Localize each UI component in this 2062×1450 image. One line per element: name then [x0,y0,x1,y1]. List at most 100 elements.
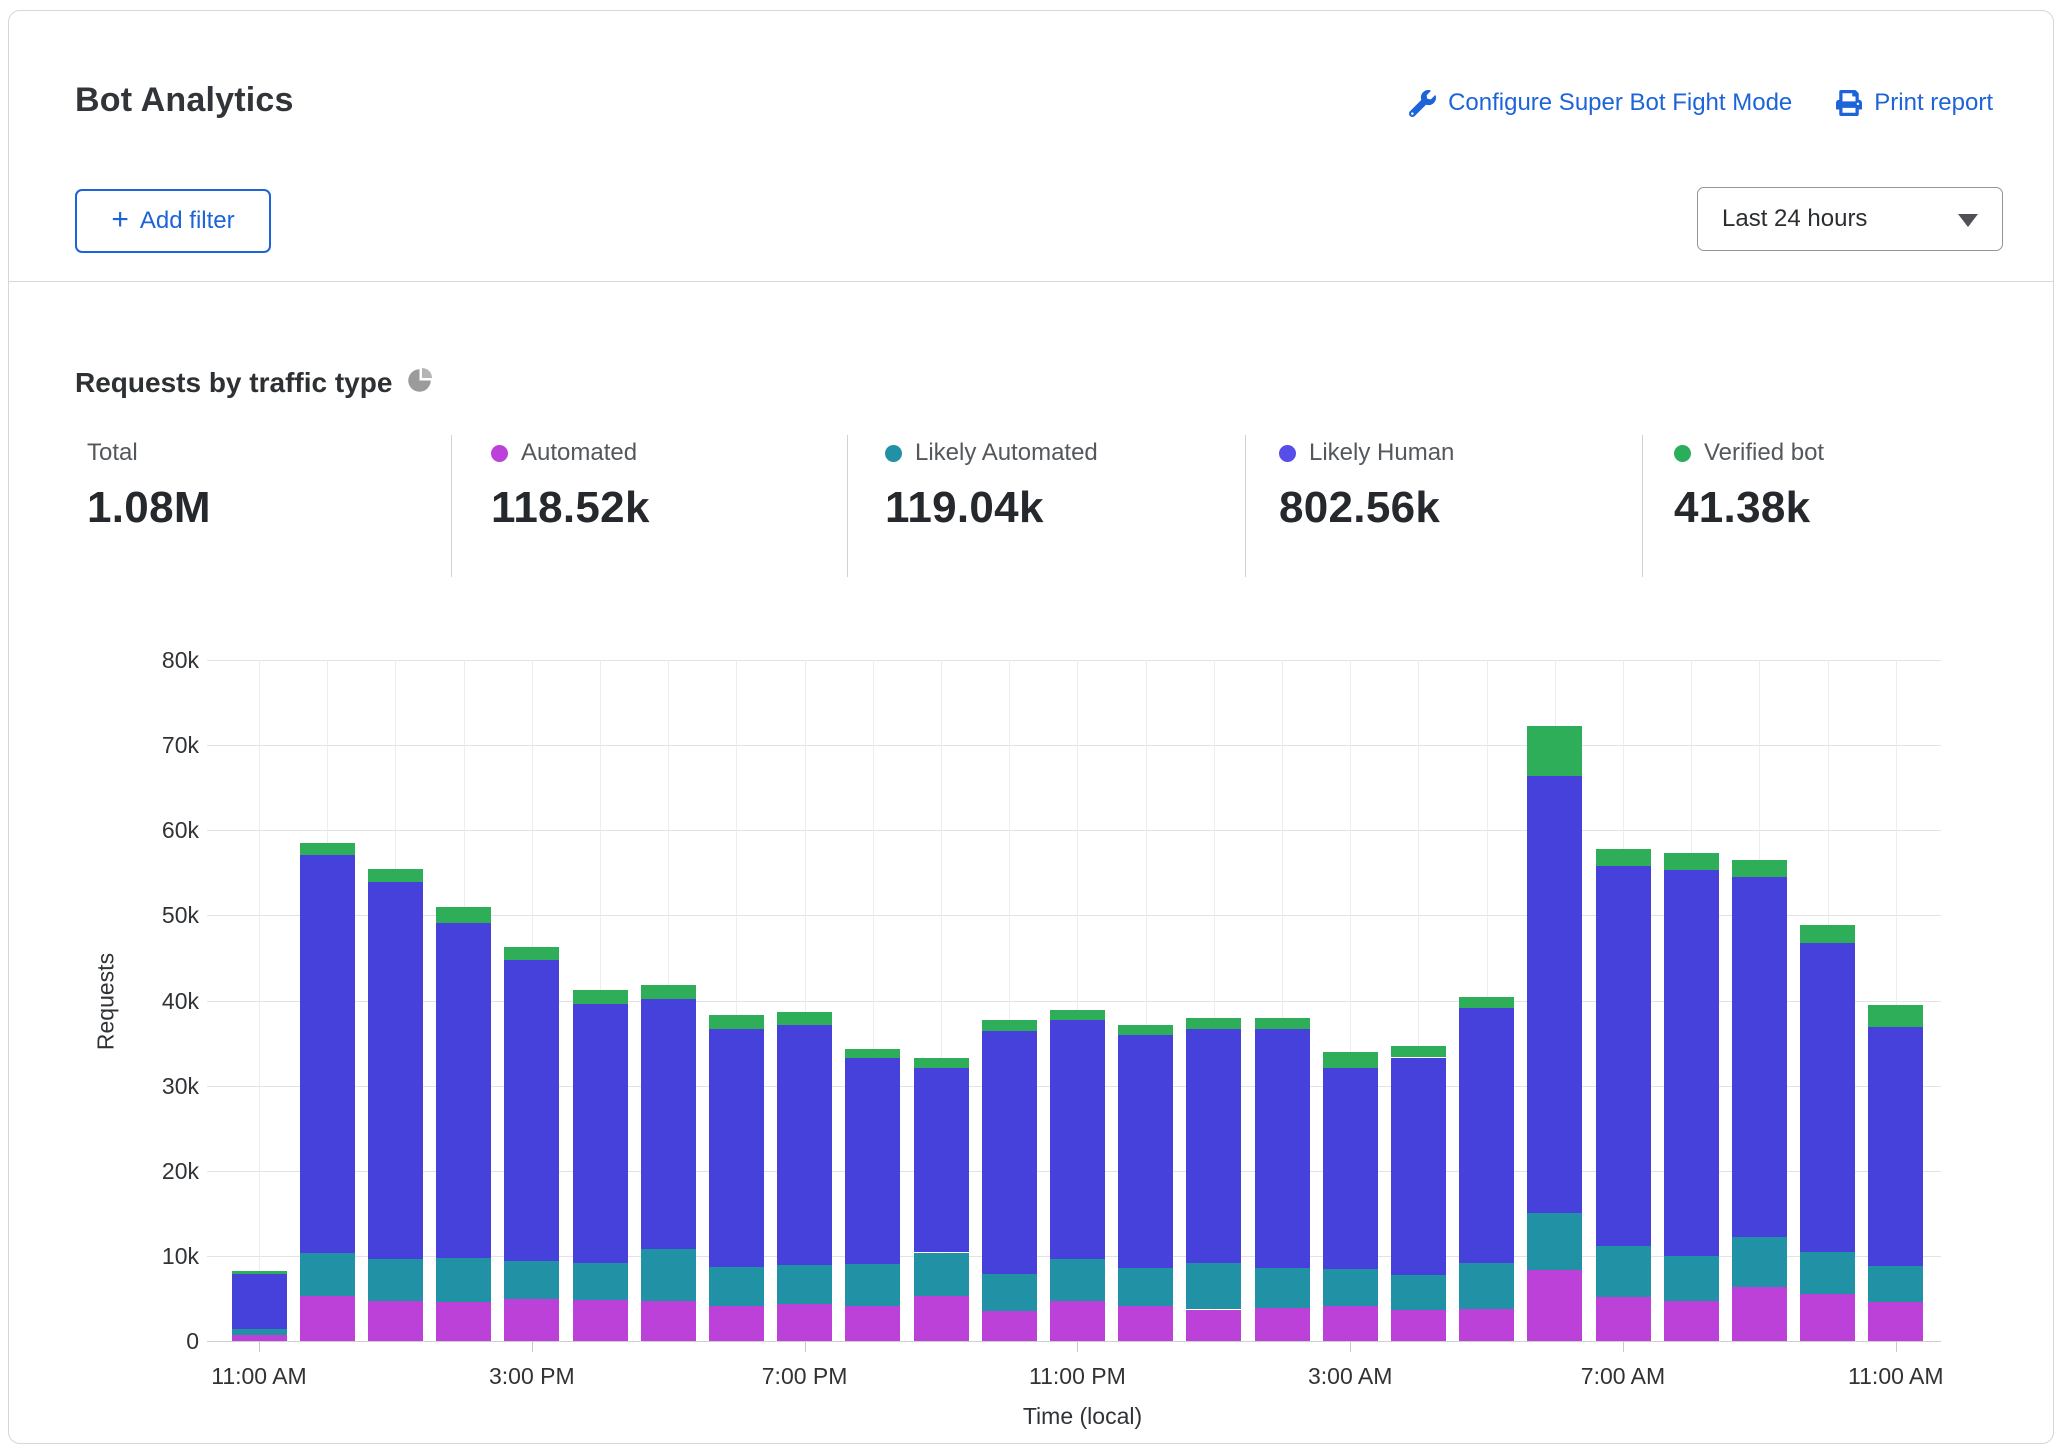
bar-segment-verified-bot[interactable] [1118,1025,1173,1035]
bar-segment-likely-human[interactable] [709,1029,764,1267]
bar-segment-likely-automated[interactable] [914,1253,969,1296]
bar-segment-likely-automated[interactable] [1118,1268,1173,1306]
bar-segment-likely-human[interactable] [573,1004,628,1263]
bar-segment-verified-bot[interactable] [1664,853,1719,870]
bar-segment-automated[interactable] [1868,1302,1923,1341]
bar-segment-verified-bot[interactable] [436,907,491,923]
bar-segment-likely-human[interactable] [1118,1035,1173,1267]
bar-segment-automated[interactable] [1186,1310,1241,1342]
bar-segment-likely-human[interactable] [1459,1008,1514,1263]
bar-segment-likely-human[interactable] [1868,1027,1923,1266]
bar-segment-likely-automated[interactable] [1459,1263,1514,1309]
bar-segment-likely-automated[interactable] [709,1267,764,1306]
bar-segment-automated[interactable] [1391,1310,1446,1341]
bar-segment-verified-bot[interactable] [1459,997,1514,1008]
bar-segment-verified-bot[interactable] [1050,1010,1105,1020]
bar-segment-likely-automated[interactable] [504,1261,559,1299]
bar-segment-automated[interactable] [1664,1301,1719,1341]
bar-segment-likely-automated[interactable] [845,1264,900,1307]
bar-segment-automated[interactable] [641,1301,696,1341]
bar-segment-likely-automated[interactable] [1050,1259,1105,1301]
bar-segment-likely-human[interactable] [1596,866,1651,1246]
bar-segment-verified-bot[interactable] [777,1012,832,1025]
bar-segment-likely-automated[interactable] [641,1249,696,1301]
bar-segment-automated[interactable] [368,1301,423,1341]
bar-segment-likely-human[interactable] [1323,1068,1378,1269]
bar-segment-likely-automated[interactable] [300,1253,355,1296]
bar-segment-verified-bot[interactable] [368,869,423,883]
bar-segment-likely-human[interactable] [641,999,696,1249]
bar-segment-automated[interactable] [982,1311,1037,1341]
bar-segment-likely-human[interactable] [1255,1029,1310,1268]
bar-segment-verified-bot[interactable] [914,1058,969,1068]
bar-segment-automated[interactable] [914,1296,969,1341]
bar-segment-likely-automated[interactable] [1596,1246,1651,1297]
bar-segment-verified-bot[interactable] [573,990,628,1004]
bar-segment-likely-automated[interactable] [1391,1275,1446,1311]
bar-segment-likely-automated[interactable] [232,1329,287,1335]
bar-segment-automated[interactable] [777,1304,832,1341]
bar-segment-automated[interactable] [1527,1270,1582,1341]
bar-segment-verified-bot[interactable] [982,1020,1037,1031]
bar-segment-verified-bot[interactable] [1527,726,1582,776]
bar-segment-likely-human[interactable] [300,855,355,1253]
bar-segment-likely-human[interactable] [1527,776,1582,1214]
bar-segment-automated[interactable] [436,1302,491,1341]
bar-segment-likely-automated[interactable] [1527,1213,1582,1270]
bar-segment-likely-human[interactable] [436,923,491,1258]
bar-segment-automated[interactable] [845,1306,900,1341]
bar-segment-verified-bot[interactable] [845,1049,900,1058]
bar-segment-likely-automated[interactable] [982,1274,1037,1312]
bar-segment-automated[interactable] [1596,1297,1651,1341]
bar-segment-verified-bot[interactable] [504,947,559,960]
bar-segment-verified-bot[interactable] [709,1015,764,1029]
bar-segment-likely-human[interactable] [777,1025,832,1265]
bar-segment-likely-automated[interactable] [1323,1269,1378,1307]
bar-segment-likely-automated[interactable] [436,1258,491,1301]
bar-segment-verified-bot[interactable] [1391,1046,1446,1058]
bar-segment-likely-automated[interactable] [1868,1266,1923,1302]
bar-segment-verified-bot[interactable] [1255,1018,1310,1028]
bar-segment-verified-bot[interactable] [1868,1005,1923,1027]
bar-segment-automated[interactable] [1459,1309,1514,1341]
bar-segment-likely-human[interactable] [1664,870,1719,1256]
bar-segment-likely-human[interactable] [1186,1029,1241,1262]
bar-segment-automated[interactable] [1118,1306,1173,1341]
bar-segment-likely-human[interactable] [1391,1058,1446,1275]
bar-segment-likely-automated[interactable] [573,1263,628,1301]
bar-segment-verified-bot[interactable] [1323,1052,1378,1068]
bot-analytics-card: Bot Analytics Configure Super Bot Fight … [8,10,2054,1444]
bar-segment-verified-bot[interactable] [1596,849,1651,866]
bar-segment-likely-automated[interactable] [1255,1268,1310,1308]
bar-segment-automated[interactable] [1323,1306,1378,1341]
bar-segment-likely-automated[interactable] [368,1259,423,1301]
bar-segment-likely-human[interactable] [504,960,559,1261]
bar-segment-automated[interactable] [300,1296,355,1341]
bar-segment-likely-human[interactable] [232,1274,287,1329]
bar-segment-automated[interactable] [573,1300,628,1341]
bar-segment-verified-bot[interactable] [1186,1018,1241,1029]
bar-segment-likely-human[interactable] [1800,943,1855,1252]
bar-segment-verified-bot[interactable] [232,1271,287,1274]
bar-segment-likely-automated[interactable] [1186,1263,1241,1310]
bar-segment-likely-human[interactable] [982,1031,1037,1274]
bar-segment-verified-bot[interactable] [1732,860,1787,877]
bar-segment-automated[interactable] [504,1299,559,1341]
bar-segment-automated[interactable] [1732,1287,1787,1341]
bar-segment-likely-automated[interactable] [777,1265,832,1304]
bar-segment-verified-bot[interactable] [641,985,696,999]
bar-segment-likely-automated[interactable] [1800,1252,1855,1295]
bar-segment-verified-bot[interactable] [1800,925,1855,943]
bar-segment-automated[interactable] [1800,1294,1855,1341]
bar-segment-likely-human[interactable] [368,882,423,1259]
bar-segment-likely-human[interactable] [1050,1020,1105,1259]
bar-segment-likely-automated[interactable] [1664,1256,1719,1301]
bar-segment-likely-human[interactable] [1732,877,1787,1237]
bar-segment-likely-human[interactable] [914,1068,969,1253]
bar-segment-automated[interactable] [1050,1301,1105,1341]
bar-segment-automated[interactable] [709,1306,764,1341]
bar-segment-likely-human[interactable] [845,1058,900,1264]
bar-segment-automated[interactable] [1255,1308,1310,1341]
bar-segment-verified-bot[interactable] [300,843,355,855]
bar-segment-likely-automated[interactable] [1732,1237,1787,1287]
